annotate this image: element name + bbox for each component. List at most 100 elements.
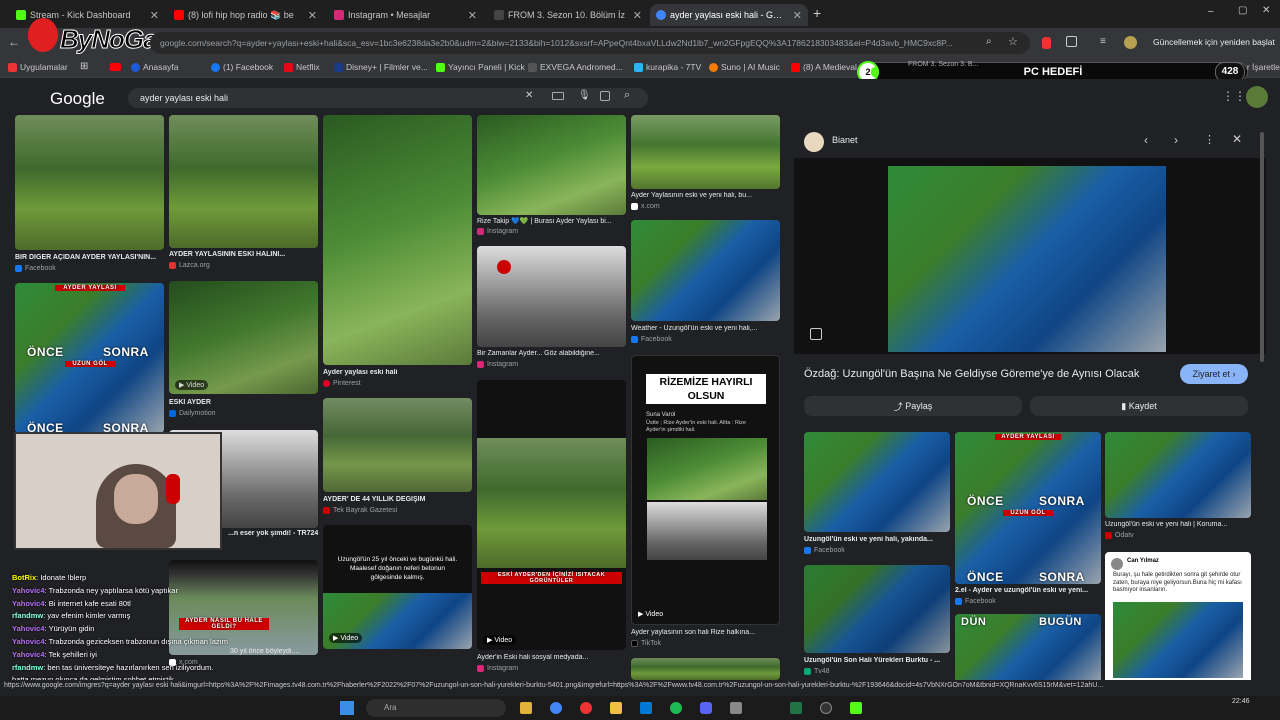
bookmark-disney[interactable]: Disney+ | Filmler ve... [334, 62, 428, 72]
mic-icon[interactable]: 🎙 [578, 90, 591, 101]
bookmark-anasayfa[interactable]: Anasayfa [131, 62, 178, 72]
star-icon[interactable]: ☆ [1008, 35, 1018, 48]
result-image-1[interactable] [15, 115, 164, 250]
result-caption[interactable]: ESKİ AYDER [169, 399, 318, 406]
result-caption[interactable]: AYDER' DE 44 YILLIK DEĞİŞİM [323, 496, 472, 503]
result-caption[interactable]: Ayder Yaylasının eski ve yeni hali, bu..… [631, 192, 780, 199]
app-icon[interactable] [580, 702, 592, 714]
result-caption[interactable]: Weather - Uzungöl'ün eski ve yeni hali,.… [631, 325, 780, 332]
app-icon[interactable] [730, 702, 742, 714]
explorer-icon[interactable] [610, 702, 622, 714]
tab-from[interactable]: FROM 3. Sezon 10. Bölüm İz ✕ [488, 4, 648, 26]
kick-icon[interactable] [850, 702, 862, 714]
close-icon[interactable]: ✕ [150, 9, 159, 22]
update-button[interactable]: Güncellemek için yeniden başlat [1153, 37, 1275, 47]
related-image-3[interactable] [1105, 432, 1251, 518]
result-caption[interactable]: Rize Takip 💙💚 | Burası Ayder Yaylası bi.… [477, 217, 626, 225]
result-image-2[interactable] [169, 115, 318, 248]
result-image-3[interactable] [323, 115, 472, 365]
result-caption[interactable]: 30 yıl önce böyleydi.... [230, 648, 325, 655]
clear-icon[interactable]: ✕ [525, 90, 533, 101]
related-image-6[interactable]: Can Yılmaz Burayı, şu hale getirdikten s… [1105, 552, 1251, 684]
bookmark-netflix[interactable]: Netflix [284, 62, 320, 72]
related-caption[interactable]: Uzungöl'ün eski ve yeni hali | Koruma... [1105, 521, 1251, 528]
close-icon[interactable]: ✕ [633, 9, 642, 22]
url-field[interactable]: google.com/search?q=ayder+yaylası+eski+h… [150, 32, 1030, 54]
result-caption[interactable]: BİR DİĞER AÇIDAN AYDER YAYLASI'NIN... [15, 254, 164, 261]
lens-icon[interactable] [600, 91, 610, 101]
store-icon[interactable] [640, 702, 652, 714]
result-caption[interactable]: Ayder yaylası eski hali [323, 369, 472, 376]
panel-scrollbar[interactable] [1260, 132, 1264, 362]
result-image-7[interactable] [477, 246, 626, 347]
close-icon[interactable]: ✕ [308, 9, 317, 22]
bookmark-exvega[interactable]: EXVEGA Andromed... [528, 62, 623, 72]
spotify-icon[interactable] [670, 702, 682, 714]
result-caption[interactable]: Ayder yaylasının son hali Rize halkına..… [631, 629, 780, 636]
search-icon[interactable]: ⌕ [624, 89, 630, 102]
result-caption[interactable]: Ayder'in Eski hali sosyal medyada... [477, 654, 626, 661]
youtube-icon[interactable] [110, 63, 121, 71]
result-image-12[interactable]: ESKİ AYDER'DEN İÇİNİZİ ISITACAK GÖRÜNTÜL… [477, 380, 626, 650]
save-button[interactable]: ▮ Kaydet [1030, 396, 1248, 416]
share-button[interactable]: ⤴ Paylaş [804, 396, 1022, 416]
extension-icon[interactable] [1042, 37, 1051, 49]
result-image-8[interactable] [631, 115, 780, 189]
bookmark-medieval[interactable]: (8) A Medieval [791, 62, 857, 72]
prev-arrow-icon[interactable]: ‹ [1144, 133, 1148, 147]
tab-google-active[interactable]: ayder yaylası eski hali - Google ✕ [650, 4, 808, 26]
clock[interactable]: 22:46 [1232, 698, 1250, 705]
related-image-2[interactable]: AYDER YAYLASI ÖNCE SONRA UZUN GÖL ÖNCE S… [955, 432, 1101, 584]
close-icon[interactable]: ✕ [1232, 132, 1242, 146]
result-image-11[interactable]: Uzungöl'ün 25 yıl önceki ve bugünkü hali… [323, 525, 472, 649]
more-icon[interactable]: ⋮ [1204, 133, 1215, 146]
back-button[interactable]: ← [8, 35, 20, 49]
extensions-icon[interactable] [1066, 36, 1077, 47]
search-input[interactable]: ayder yaylası eski hali [128, 88, 648, 108]
taskbar-search[interactable]: Ara [366, 699, 506, 717]
profile-avatar[interactable] [1124, 36, 1137, 49]
result-image-5[interactable]: AYDER YAYLASI ÖNCE SONRA UZUN GÖL ÖNCE S… [15, 283, 164, 433]
zoom-icon[interactable]: ⌕ [986, 36, 992, 47]
windows-start-icon[interactable] [340, 701, 354, 715]
related-image-1[interactable] [804, 432, 950, 532]
bookmark-suno[interactable]: Suno | AI Music [709, 62, 780, 72]
chrome-icon[interactable] [550, 702, 562, 714]
result-image-4[interactable] [477, 115, 626, 215]
close-window-button[interactable]: ✕ [1262, 5, 1270, 16]
bookmark-kick[interactable]: Yayıncı Paneli | Kick [436, 62, 525, 72]
result-caption[interactable]: ...n eser yok şimdi! - TR724 [228, 530, 328, 537]
tab-instagram[interactable]: Instagram • Mesajlar ✕ [328, 4, 483, 26]
bookmark-from[interactable]: FROM 3. Sezon 3. B... [908, 61, 978, 68]
bookmark-7tv[interactable]: kurapika - 7TV [634, 62, 701, 72]
source-name[interactable]: Bianet [832, 135, 858, 145]
folder-icon[interactable] [520, 702, 532, 714]
maximize-button[interactable]: ▢ [1238, 5, 1247, 16]
result-image-10[interactable] [323, 398, 472, 492]
excel-icon[interactable] [790, 702, 802, 714]
obs-icon[interactable] [820, 702, 832, 714]
apps-grid-icon[interactable]: ⋮⋮ [1222, 89, 1246, 103]
reading-list-icon[interactable]: ≡ [1100, 36, 1106, 47]
minimize-button[interactable]: – [1208, 6, 1214, 17]
result-caption[interactable]: AYDER YAYLASININ ESKİ HALİNİ... [169, 251, 318, 258]
grid-icon[interactable]: ⊞ [80, 61, 88, 72]
result-image-6[interactable]: ▶ Video [169, 281, 318, 394]
account-avatar[interactable] [1246, 86, 1268, 108]
visit-button[interactable]: Ziyaret et › [1180, 364, 1248, 384]
google-logo[interactable]: Google [50, 89, 105, 109]
result-image-16[interactable] [631, 658, 780, 680]
close-icon[interactable]: ✕ [468, 9, 477, 22]
preview-title[interactable]: Özdağ: Uzungöl'ün Başına Ne Geldiyse Gör… [804, 368, 1176, 380]
next-arrow-icon[interactable]: › [1174, 133, 1178, 147]
related-caption[interactable]: 2.el - Ayder ve uzungöl'ün eski ve yeni.… [955, 587, 1101, 594]
result-caption[interactable]: Bir Zamanlar Ayder... Göz alabildiğine..… [477, 350, 626, 357]
lens-icon[interactable] [810, 328, 822, 340]
new-tab-button[interactable]: + [813, 5, 821, 21]
related-image-4[interactable] [804, 565, 950, 653]
bookmark-apps[interactable]: Uygulamalar [8, 62, 68, 72]
tab-youtube[interactable]: (8) lofi hip hop radio 📚 be ✕ [168, 4, 323, 26]
related-caption[interactable]: Uzungöl'ün Son Hali Yürekleri Burktu - .… [804, 657, 950, 664]
related-image-5[interactable]: DÜN BUGÜN [955, 614, 1101, 684]
result-image-15[interactable]: RİZEMİZE HAYIRLI OLSUN Suna Varol Üstte … [631, 355, 780, 625]
